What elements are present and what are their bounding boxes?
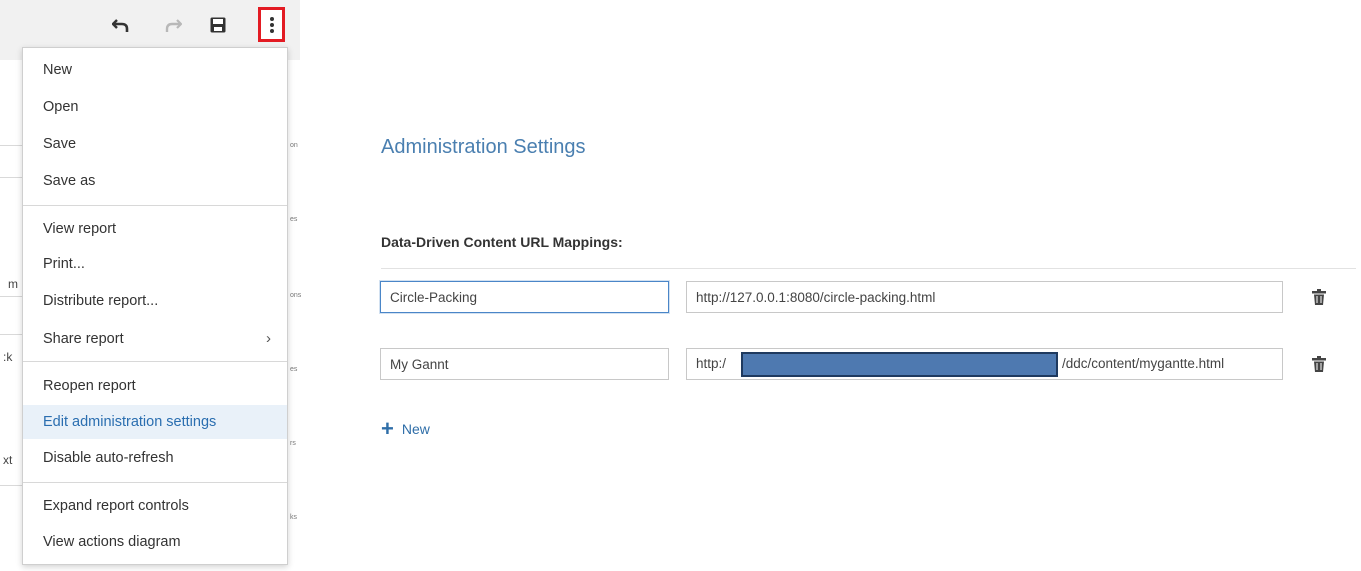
menu-item-label: Edit administration settings: [43, 414, 217, 430]
menu-separator: [23, 482, 287, 483]
menu-item-label: Distribute report...: [43, 293, 159, 309]
menu-item-disable-auto-refresh[interactable]: Disable auto-refresh: [23, 441, 287, 475]
background-text-fragment: ons: [290, 292, 302, 299]
menu-item-label: View report: [43, 221, 117, 237]
mapping-name-input[interactable]: [380, 348, 669, 380]
undo-button[interactable]: [108, 12, 134, 38]
more-options-button[interactable]: [258, 7, 285, 42]
page-title: Administration Settings: [381, 136, 586, 158]
more-options-menu: New Open Save Save as View report Print.…: [22, 47, 288, 565]
undo-icon: [112, 19, 129, 32]
divider: [0, 145, 22, 146]
trash-icon: [1312, 356, 1326, 372]
mapping-url-input[interactable]: [686, 281, 1283, 313]
menu-item-edit-administration-settings[interactable]: Edit administration settings: [23, 405, 287, 439]
redo-icon: [165, 19, 182, 32]
menu-separator: [23, 361, 287, 362]
menu-item-label: New: [43, 62, 73, 78]
plus-icon: +: [381, 416, 394, 441]
divider: [0, 334, 22, 335]
section-label: Data-Driven Content URL Mappings:: [381, 234, 623, 250]
more-vertical-icon: [269, 16, 274, 33]
redo-button[interactable]: [160, 12, 186, 38]
menu-separator: [23, 205, 287, 206]
menu-item-label: Expand report controls: [43, 498, 189, 514]
url-suffix-text: /ddc/content/mygantte.html: [1062, 356, 1225, 371]
menu-item-reopen-report[interactable]: Reopen report: [23, 369, 287, 403]
trash-icon: [1312, 289, 1326, 305]
delete-mapping-button[interactable]: [1312, 356, 1326, 372]
divider: [0, 296, 22, 297]
add-mapping-button[interactable]: + New: [381, 416, 430, 441]
menu-item-label: Open: [43, 99, 79, 115]
background-text-fragment: :k: [3, 350, 13, 364]
menu-item-expand-report-controls[interactable]: Expand report controls: [23, 489, 287, 523]
menu-item-share-report[interactable]: Share report ›: [23, 322, 287, 356]
background-text-fragment: rs: [290, 440, 296, 447]
chevron-right-icon: ›: [266, 330, 271, 347]
delete-mapping-button[interactable]: [1312, 289, 1326, 305]
menu-item-label: Reopen report: [43, 378, 136, 394]
divider: [0, 485, 22, 486]
menu-item-open[interactable]: Open: [23, 90, 287, 124]
background-text-fragment: xt: [3, 453, 13, 467]
menu-item-label: View actions diagram: [43, 534, 181, 550]
menu-item-new[interactable]: New: [23, 53, 287, 87]
background-text-fragment: on: [290, 142, 298, 149]
menu-item-print[interactable]: Print...: [23, 247, 287, 281]
menu-item-label: Print...: [43, 256, 85, 272]
menu-item-label: Save as: [43, 173, 96, 189]
save-icon: [210, 17, 226, 33]
add-mapping-label: New: [401, 421, 430, 437]
redaction-bar: [741, 352, 1058, 377]
menu-item-save[interactable]: Save: [23, 127, 287, 161]
divider: [0, 177, 22, 178]
background-text-fragment: es: [290, 216, 298, 223]
menu-item-label: Share report: [43, 331, 124, 347]
background-text-fragment: ks: [290, 514, 297, 521]
background-text-fragment: m: [8, 277, 18, 291]
url-prefix-text: http:/: [696, 356, 727, 371]
menu-item-view-actions-diagram[interactable]: View actions diagram: [23, 525, 287, 559]
background-text-fragment: es: [290, 366, 298, 373]
save-button[interactable]: [205, 12, 231, 38]
menu-item-save-as[interactable]: Save as: [23, 164, 287, 198]
menu-item-label: Disable auto-refresh: [43, 450, 174, 466]
section-divider: [381, 268, 1356, 269]
mapping-name-input[interactable]: [380, 281, 669, 313]
menu-item-label: Save: [43, 136, 77, 152]
menu-item-view-report[interactable]: View report: [23, 212, 287, 246]
menu-item-distribute-report[interactable]: Distribute report...: [23, 284, 287, 318]
